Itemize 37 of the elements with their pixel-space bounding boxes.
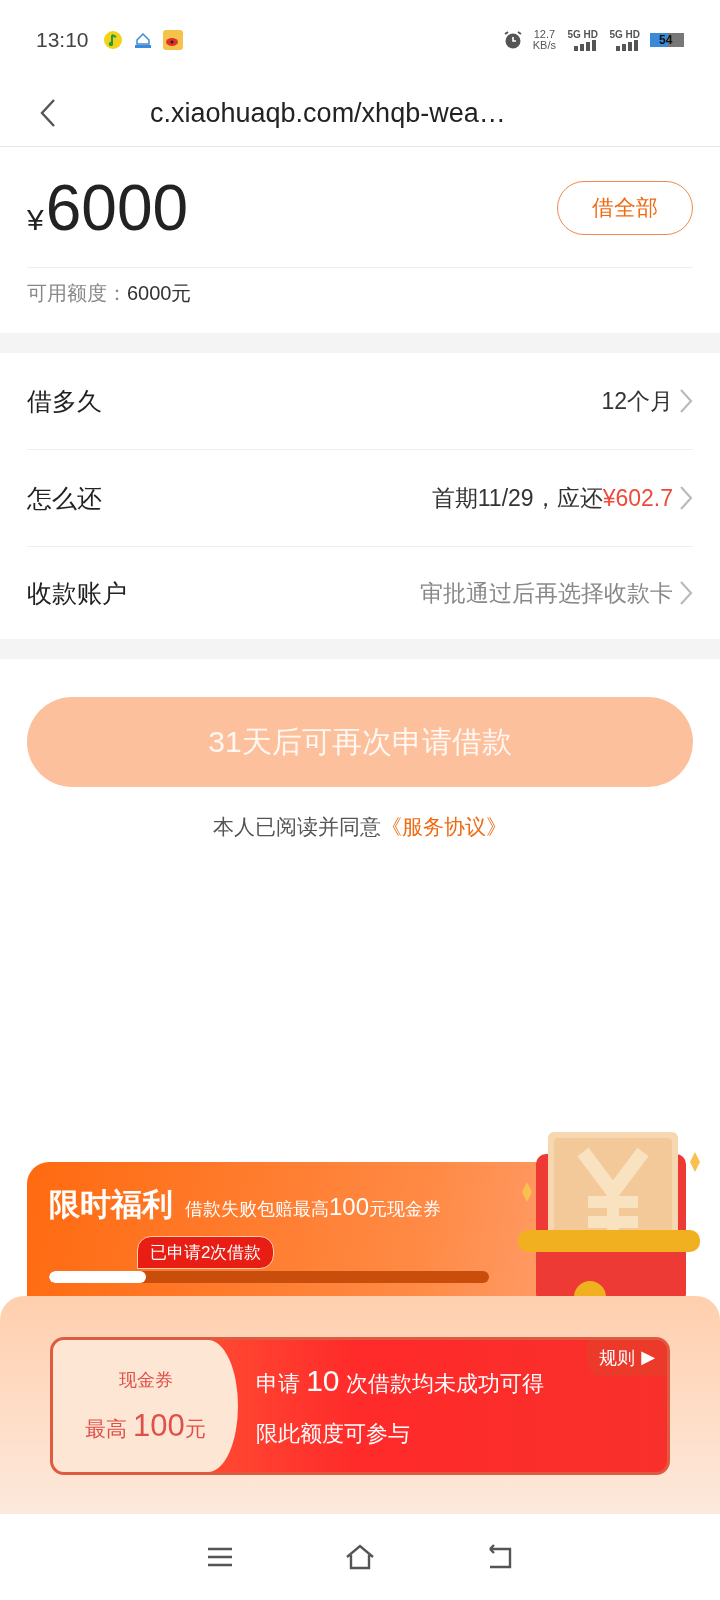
agreement-link[interactable]: 《服务协议》 (381, 815, 507, 838)
chevron-icon (679, 485, 693, 511)
weibo-app-icon (162, 30, 183, 50)
row-label: 怎么还 (27, 482, 102, 514)
row-label: 借多久 (27, 385, 102, 417)
rules-button[interactable]: 规则 ▶ (587, 1340, 667, 1376)
music-app-icon (102, 30, 123, 50)
home-app-icon (132, 30, 153, 50)
available-amount: 6000元 (127, 281, 192, 306)
page-url: c.xiaohuaqb.com/xhqb-wea… (150, 97, 506, 129)
chevron-icon (679, 388, 693, 414)
row-value[interactable]: 12个月 (601, 385, 673, 417)
promo-subtitle: 借款失败包赔最高100元现金券 (185, 1193, 442, 1221)
clock-time: 13:10 (36, 28, 89, 52)
network-speed: 12.7 (533, 29, 556, 40)
currency-symbol: ¥ (27, 203, 44, 237)
network-type: 5G HD (567, 29, 598, 40)
hint-text[interactable]: 审批通过后再选择收款卡 (420, 577, 673, 609)
network-unit: KB/s (532, 40, 556, 51)
row-label: 收款账户 (27, 577, 127, 609)
borrow-all-button[interactable]: 借全部 (557, 181, 693, 235)
coupon-note: 限此额度可参与 (256, 1419, 411, 1448)
loan-amount: 6000 (45, 171, 189, 245)
agreement-text: 本人已阅读并同意 (213, 815, 381, 838)
progress-badge: 已申请2次借款 (137, 1236, 275, 1269)
coupon-condition: 申请 10 次借款均未成功可得 (256, 1363, 545, 1399)
promo-title: 限时福利 (49, 1186, 173, 1224)
back-icon[interactable] (40, 98, 56, 128)
alarm-icon (502, 30, 523, 50)
available-label: 可用额度： (27, 281, 127, 306)
network-type: 5G HD (609, 29, 640, 40)
battery-icon: 54 (650, 33, 684, 47)
coupon-type: 现金券 (118, 1369, 173, 1392)
coupon-amount: 最高 100元 (85, 1408, 206, 1444)
row-value[interactable]: 首期11/29，应还 (431, 482, 603, 514)
chevron-icon (679, 580, 693, 606)
repay-amount: ¥602.7 (602, 484, 673, 512)
